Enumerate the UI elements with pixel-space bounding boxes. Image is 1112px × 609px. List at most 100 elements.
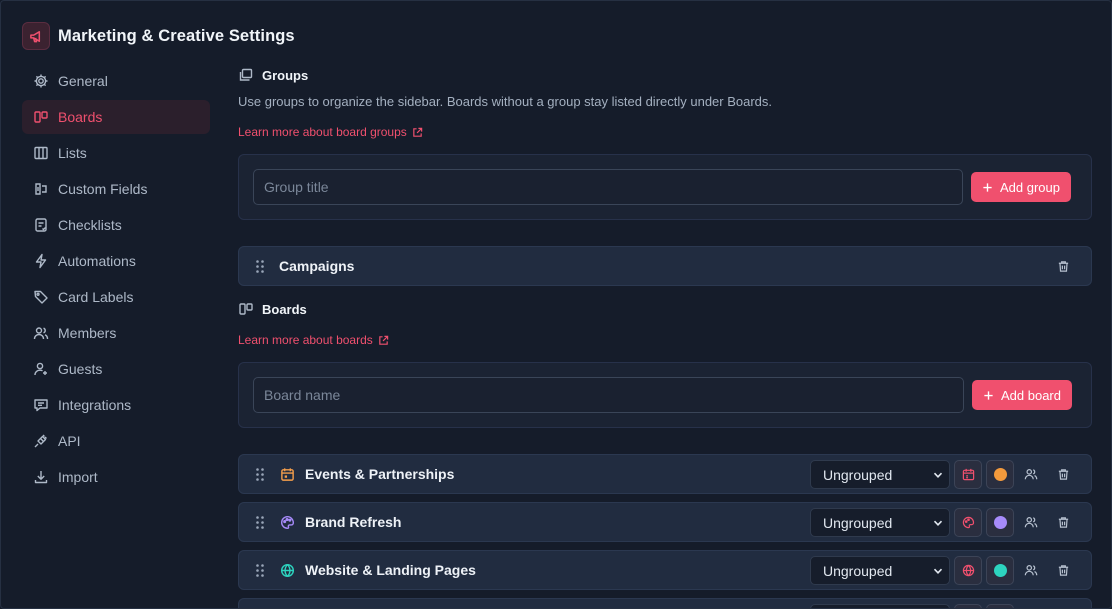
- sidebar-item-import[interactable]: Import: [22, 460, 210, 494]
- delete-board-button[interactable]: [1049, 460, 1077, 488]
- board-group-select[interactable]: [810, 604, 950, 608]
- sidebar-item-guests[interactable]: Guests: [22, 352, 210, 386]
- sidebar-item-automations[interactable]: Automations: [22, 244, 210, 278]
- board-color-button[interactable]: [986, 508, 1014, 537]
- groups-learn-more-text: Learn more about board groups: [238, 125, 407, 139]
- boards-icon: [34, 111, 48, 123]
- custom-fields-icon: [35, 183, 47, 195]
- sidebar-item-api[interactable]: API: [22, 424, 210, 458]
- sidebar-item-label: Guests: [58, 361, 103, 377]
- sidebar-item-label: Automations: [58, 253, 136, 269]
- tag-icon: [34, 290, 48, 304]
- board-icon-button[interactable]: [954, 460, 982, 489]
- sidebar-item-checklists[interactable]: Checklists: [22, 208, 210, 242]
- sidebar-item-label: Import: [58, 469, 98, 485]
- boards-heading: Boards: [238, 301, 307, 317]
- external-link-icon: [413, 127, 423, 137]
- users-icon: [33, 327, 49, 340]
- board-color-button[interactable]: [986, 460, 1014, 489]
- trash-icon: [1058, 468, 1068, 480]
- download-icon: [34, 471, 48, 484]
- trash-icon: [1058, 516, 1068, 528]
- add-group-card: Add group: [238, 154, 1092, 220]
- sidebar-item-label: General: [58, 73, 108, 89]
- sidebar-item-members[interactable]: Members: [22, 316, 210, 350]
- users-icon: [1024, 517, 1038, 528]
- color-swatch: [993, 468, 1007, 481]
- sidebar-item-label: Card Labels: [58, 289, 134, 305]
- delete-board-button[interactable]: [1049, 556, 1077, 584]
- sidebar-item-card-labels[interactable]: Card Labels: [22, 280, 210, 314]
- drag-handle-icon[interactable]: [255, 515, 265, 530]
- palette-icon: [962, 516, 974, 529]
- add-board-button-label: Add board: [1001, 387, 1061, 403]
- boards-learn-more-text: Learn more about boards: [238, 333, 373, 347]
- color-swatch: [993, 564, 1007, 577]
- group-row[interactable]: Campaigns: [238, 246, 1092, 286]
- header: Marketing & Creative Settings: [22, 22, 295, 50]
- sidebar-item-general[interactable]: General: [22, 64, 210, 98]
- calendar-icon: [281, 468, 294, 481]
- globe-icon: [280, 563, 295, 578]
- board-name: Brand Refresh: [305, 514, 402, 530]
- group-title-input[interactable]: [253, 169, 963, 205]
- checklist-icon: [35, 218, 47, 232]
- chevron-down-icon: [933, 568, 943, 574]
- board-icon-button[interactable]: [954, 556, 982, 585]
- board-icon-button[interactable]: [954, 604, 982, 608]
- drag-handle-icon[interactable]: [255, 563, 265, 578]
- drag-handle-icon[interactable]: [255, 259, 265, 274]
- board-row[interactable]: Events & Partnerships Ungrouped: [238, 454, 1092, 494]
- add-group-button-label: Add group: [1000, 179, 1060, 195]
- megaphone-icon: [22, 22, 50, 50]
- board-members-button[interactable]: [1017, 460, 1045, 488]
- calendar-icon: [962, 468, 974, 481]
- gear-icon: [34, 74, 48, 88]
- boards-icon: [239, 303, 253, 315]
- add-board-button[interactable]: Add board: [972, 380, 1072, 410]
- board-icon-button[interactable]: [954, 508, 982, 537]
- board-group-select[interactable]: Ungrouped: [810, 460, 950, 489]
- user-plus-icon: [34, 362, 47, 376]
- board-color-button[interactable]: [986, 556, 1014, 585]
- delete-group-button[interactable]: [1049, 252, 1077, 280]
- board-group-value: Ungrouped: [823, 466, 893, 483]
- board-members-button[interactable]: [1017, 556, 1045, 584]
- board-row-partial[interactable]: [238, 598, 1092, 608]
- boards-learn-more-link[interactable]: Learn more about boards: [238, 333, 389, 347]
- sidebar-nav: General Boards Lists Custom Fields Check…: [22, 64, 210, 496]
- groups-heading-text: Groups: [262, 67, 309, 83]
- sidebar-item-lists[interactable]: Lists: [22, 136, 210, 170]
- board-row[interactable]: Website & Landing Pages Ungrouped: [238, 550, 1092, 590]
- delete-board-button[interactable]: [1049, 508, 1077, 536]
- trash-icon: [1058, 564, 1068, 576]
- sidebar-item-label: Boards: [58, 109, 103, 125]
- sidebar-item-label: Members: [58, 325, 117, 341]
- groups-heading: Groups: [238, 67, 308, 83]
- boards-heading-text: Boards: [262, 301, 307, 317]
- chat-icon: [34, 399, 48, 412]
- groups-learn-more-link[interactable]: Learn more about board groups: [238, 125, 423, 139]
- users-icon: [1024, 469, 1038, 480]
- palette-icon: [280, 515, 295, 530]
- chevron-down-icon: [933, 472, 943, 478]
- add-group-button[interactable]: Add group: [971, 172, 1071, 202]
- sidebar-item-custom-fields[interactable]: Custom Fields: [22, 172, 210, 206]
- sidebar-item-integrations[interactable]: Integrations: [22, 388, 210, 422]
- stack-icon: [239, 68, 253, 81]
- board-name-input[interactable]: [253, 377, 964, 413]
- board-members-button[interactable]: [1017, 508, 1045, 536]
- external-link-icon: [379, 335, 388, 345]
- board-group-value: Ungrouped: [823, 514, 893, 531]
- board-color-button[interactable]: [986, 604, 1014, 608]
- drag-handle-icon[interactable]: [255, 467, 265, 482]
- sidebar-item-label: Custom Fields: [58, 181, 148, 197]
- board-group-select[interactable]: Ungrouped: [810, 508, 950, 537]
- lightning-icon: [35, 253, 47, 269]
- sidebar-item-boards[interactable]: Boards: [22, 100, 210, 134]
- board-group-select[interactable]: Ungrouped: [810, 556, 950, 585]
- board-row[interactable]: Brand Refresh Ungrouped: [238, 502, 1092, 542]
- plus-icon: [983, 182, 992, 192]
- board-name: Website & Landing Pages: [305, 562, 476, 578]
- sidebar-item-label: Integrations: [58, 397, 132, 413]
